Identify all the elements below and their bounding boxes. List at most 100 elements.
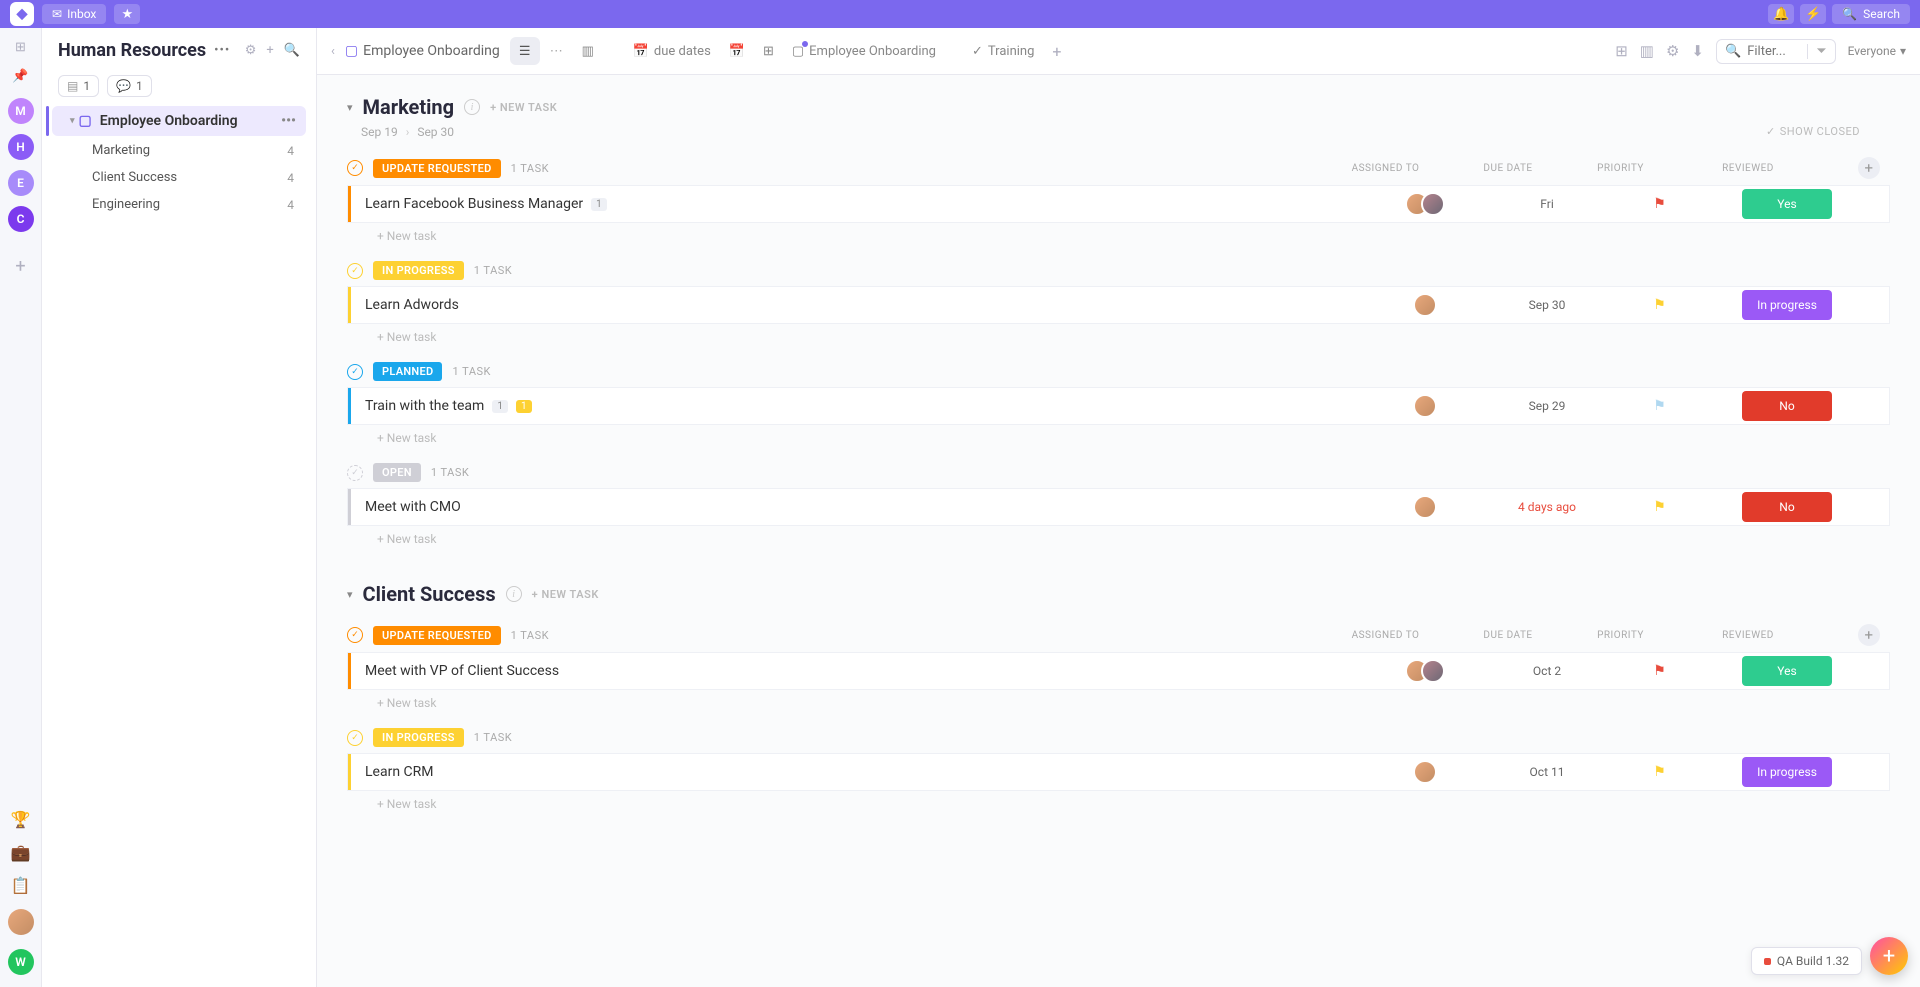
settings-icon[interactable]: ⚙ (1666, 42, 1679, 60)
status-toggle-icon[interactable]: ✓ (347, 364, 363, 380)
download-icon[interactable]: ⬇ (1691, 42, 1704, 60)
chevron-down-icon[interactable]: ▾ (347, 588, 353, 601)
priority-cell[interactable]: ⚑ (1632, 196, 1687, 212)
assignee-avatars[interactable] (1405, 659, 1445, 683)
task-row[interactable]: Meet with CMO 4 days ago ⚑ No (347, 488, 1890, 526)
sidebar-list-item[interactable]: Client Success4 (46, 164, 312, 191)
workspace-avatar[interactable]: W (8, 949, 34, 975)
due-date-cell[interactable]: Fri (1512, 197, 1582, 211)
chevron-down-icon[interactable]: ▾ (347, 101, 353, 114)
assignee-avatar[interactable] (1413, 760, 1437, 784)
new-task-row[interactable]: + New task (347, 791, 1890, 811)
assignee-avatar[interactable] (1413, 293, 1437, 317)
apps-icon[interactable]: ⊞ (15, 40, 26, 55)
column-header-assigned[interactable]: ASSIGNED TO (1348, 630, 1423, 641)
gear-icon[interactable]: ⚙ (245, 43, 257, 58)
quick-action-button[interactable]: ⚡ (1800, 4, 1826, 24)
column-header-due[interactable]: DUE DATE (1473, 630, 1543, 641)
ellipsis-icon[interactable]: ••• (281, 113, 296, 129)
new-task-row[interactable]: + New task (347, 425, 1890, 445)
column-header-priority[interactable]: PRIORITY (1593, 163, 1648, 174)
new-task-row[interactable]: + New task (347, 223, 1890, 243)
columns-icon[interactable]: ▥ (1640, 42, 1654, 60)
briefcase-icon[interactable]: 💼 (11, 843, 31, 862)
status-toggle-icon[interactable]: ✓ (347, 160, 363, 176)
app-logo[interactable]: ◆ (10, 2, 34, 26)
info-icon[interactable]: i (506, 586, 522, 602)
view-tab[interactable]: 📅 (729, 44, 745, 59)
reviewed-cell[interactable]: In progress (1737, 290, 1837, 320)
sidebar-list-item[interactable]: Engineering4 (46, 191, 312, 218)
status-label[interactable]: UPDATE REQUESTED (373, 626, 501, 645)
status-label[interactable]: IN PROGRESS (373, 728, 464, 747)
task-row[interactable]: Learn CRM Oct 11 ⚑ In progress (347, 753, 1890, 791)
pin-icon[interactable]: 📌 (12, 69, 28, 84)
view-tab[interactable]: 📅due dates (633, 44, 711, 59)
priority-cell[interactable]: ⚑ (1632, 297, 1687, 313)
add-view-button[interactable]: + (1052, 42, 1061, 61)
workspace-avatar[interactable]: E (8, 170, 34, 196)
current-user-avatar[interactable] (8, 909, 34, 935)
column-header-reviewed[interactable]: REVIEWED (1698, 163, 1798, 174)
view-tab[interactable]: ▢Employee Onboarding (792, 44, 936, 59)
star-button[interactable]: ★ (114, 4, 140, 24)
status-toggle-icon[interactable]: ✓ (347, 627, 363, 643)
status-label[interactable]: OPEN (373, 463, 421, 482)
back-icon[interactable]: ‹ (331, 44, 335, 59)
priority-cell[interactable]: ⚑ (1632, 764, 1687, 780)
docs-pill[interactable]: ▤ 1 (58, 75, 99, 97)
create-task-fab[interactable]: + (1870, 937, 1908, 975)
group-name[interactable]: Client Success (363, 582, 496, 606)
due-date-cell[interactable]: Oct 11 (1512, 765, 1582, 779)
add-workspace-button[interactable]: + (15, 256, 25, 277)
group-icon[interactable]: ⊞ (1615, 42, 1628, 60)
clipboard-icon[interactable]: 📋 (11, 876, 31, 895)
assignee-avatars[interactable] (1405, 192, 1445, 216)
space-menu-icon[interactable]: ••• (214, 43, 230, 58)
due-date-cell[interactable]: Sep 30 (1512, 298, 1582, 312)
funnel-icon[interactable]: ⏷ (1807, 44, 1826, 59)
search-button[interactable]: 🔍 Search (1832, 4, 1910, 24)
new-task-button[interactable]: + NEW TASK (532, 588, 599, 601)
plus-icon[interactable]: + (266, 43, 273, 58)
reviewed-cell[interactable]: In progress (1737, 757, 1837, 787)
board-view-button[interactable]: ▥ (573, 37, 603, 65)
sidebar-item-employee-onboarding[interactable]: ▾ ▢ Employee Onboarding ••• (52, 106, 306, 136)
space-title[interactable]: Human Resources (58, 40, 206, 61)
reviewed-cell[interactable]: Yes (1737, 656, 1837, 686)
priority-cell[interactable]: ⚑ (1632, 663, 1687, 679)
reviewed-cell[interactable]: Yes (1737, 189, 1837, 219)
due-date-cell[interactable]: Sep 29 (1512, 399, 1582, 413)
filter-input[interactable] (1747, 44, 1797, 59)
due-date-cell[interactable]: Oct 2 (1512, 664, 1582, 678)
search-icon[interactable]: 🔍 (284, 43, 300, 58)
info-icon[interactable]: i (464, 99, 480, 115)
sidebar-list-item[interactable]: Marketing4 (46, 137, 312, 164)
task-row[interactable]: Meet with VP of Client Success Oct 2 ⚑ Y… (347, 652, 1890, 690)
new-task-row[interactable]: + New task (347, 324, 1890, 344)
reviewed-cell[interactable]: No (1737, 492, 1837, 522)
column-header-assigned[interactable]: ASSIGNED TO (1348, 163, 1423, 174)
assignee-avatar[interactable] (1413, 495, 1437, 519)
due-date-cell[interactable]: 4 days ago (1512, 500, 1582, 514)
list-view-button[interactable]: ☰ (510, 37, 540, 65)
trophy-icon[interactable]: 🏆 (11, 810, 31, 829)
new-task-row[interactable]: + New task (347, 690, 1890, 710)
workspace-avatar[interactable]: C (8, 206, 34, 232)
workspace-avatar[interactable]: H (8, 134, 34, 160)
reviewed-cell[interactable]: No (1737, 391, 1837, 421)
notifications-button[interactable]: 🔔 (1768, 4, 1794, 24)
group-name[interactable]: Marketing (363, 95, 455, 119)
view-tab[interactable]: ✓Training (972, 44, 1034, 59)
status-label[interactable]: UPDATE REQUESTED (373, 159, 501, 178)
new-task-row[interactable]: + New task (347, 526, 1890, 546)
column-header-due[interactable]: DUE DATE (1473, 163, 1543, 174)
status-toggle-icon[interactable]: ✓ (347, 465, 363, 481)
add-column-button[interactable]: + (1858, 624, 1880, 646)
status-label[interactable]: IN PROGRESS (373, 261, 464, 280)
show-closed-button[interactable]: ✓ SHOW CLOSED (1766, 125, 1860, 138)
breadcrumb[interactable]: ▢ Employee Onboarding (345, 43, 500, 59)
status-toggle-icon[interactable]: ✓ (347, 263, 363, 279)
priority-cell[interactable]: ⚑ (1632, 398, 1687, 414)
task-row[interactable]: Train with the team11 Sep 29 ⚑ No (347, 387, 1890, 425)
